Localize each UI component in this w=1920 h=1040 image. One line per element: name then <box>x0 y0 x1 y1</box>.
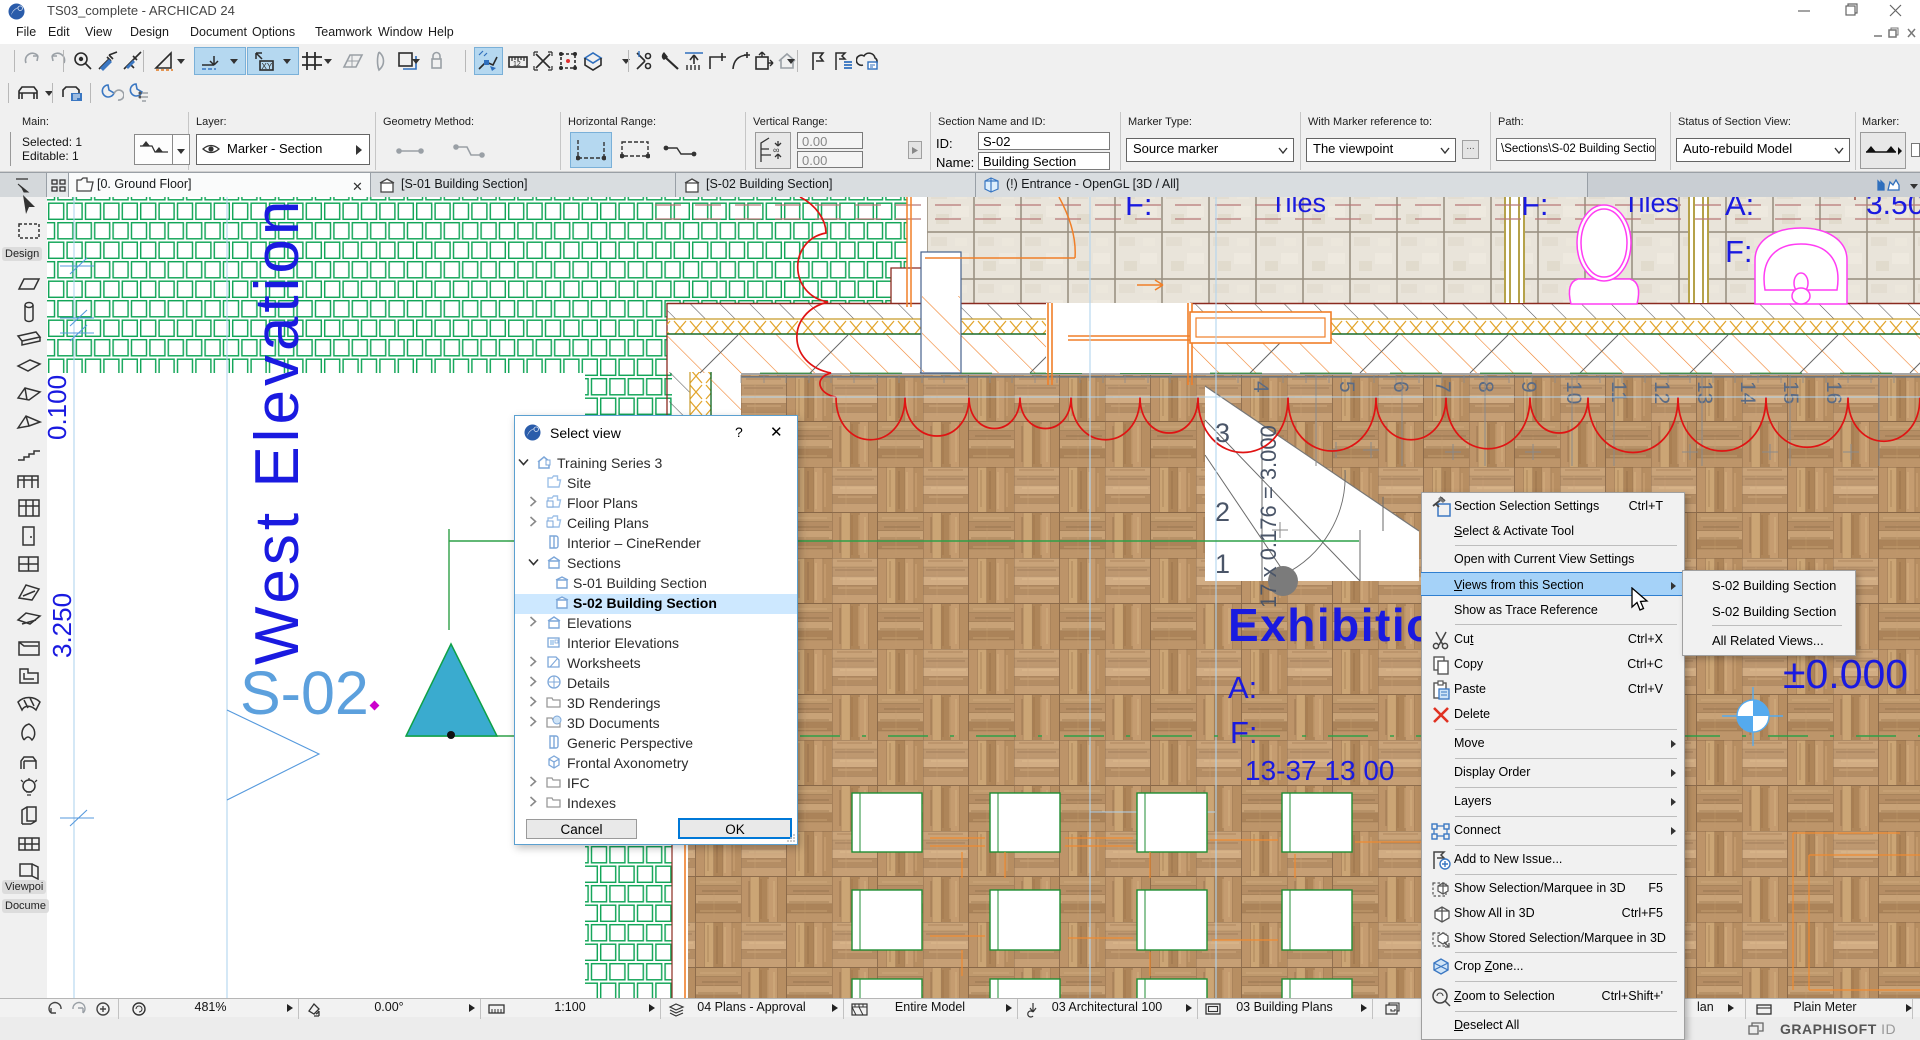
svg-text:9: 9 <box>1517 381 1540 393</box>
svg-text:6: 6 <box>1389 381 1412 393</box>
svg-text:A:: A: <box>1228 670 1257 705</box>
svg-text:0.100: 0.100 <box>47 375 72 440</box>
svg-text:XY: XY <box>262 62 273 71</box>
svg-text:1: 1 <box>1215 549 1230 579</box>
svg-text:2: 2 <box>1215 497 1230 527</box>
svg-text:17 x 0.176 = 3.000: 17 x 0.176 = 3.000 <box>1256 425 1281 608</box>
svg-text:14: 14 <box>1736 381 1759 405</box>
svg-text:West Elevation: West Elevation <box>243 197 312 665</box>
svg-text:3.50: 3.50 <box>1866 197 1920 221</box>
svg-text:Tiles: Tiles <box>1270 197 1326 218</box>
svg-text:10: 10 <box>1562 381 1585 404</box>
svg-text:F:: F: <box>1521 197 1549 222</box>
svg-text:3.250: 3.250 <box>47 593 77 658</box>
svg-text:F:: F: <box>1125 197 1153 222</box>
svg-text:11: 11 <box>1607 381 1630 403</box>
svg-text:12: 12 <box>513 61 521 68</box>
svg-text:4: 4 <box>1249 381 1272 393</box>
svg-text:5: 5 <box>1335 381 1358 393</box>
svg-text:A:: A: <box>1725 197 1754 222</box>
svg-text:7: 7 <box>1431 381 1454 393</box>
svg-text:F:: F: <box>1230 715 1258 750</box>
svg-text:16: 16 <box>1822 381 1845 404</box>
svg-text:13-37 13 00: 13-37 13 00 <box>1245 755 1394 786</box>
svg-text:S-02: S-02 <box>240 659 369 727</box>
svg-text:12: 12 <box>1650 381 1673 404</box>
svg-text:Tiles: Tiles <box>1623 197 1679 218</box>
svg-text:13: 13 <box>1693 381 1716 404</box>
svg-text:F:: F: <box>1725 234 1753 269</box>
svg-text:±0.000: ±0.000 <box>1783 651 1908 697</box>
svg-text:∞: ∞ <box>773 145 779 155</box>
